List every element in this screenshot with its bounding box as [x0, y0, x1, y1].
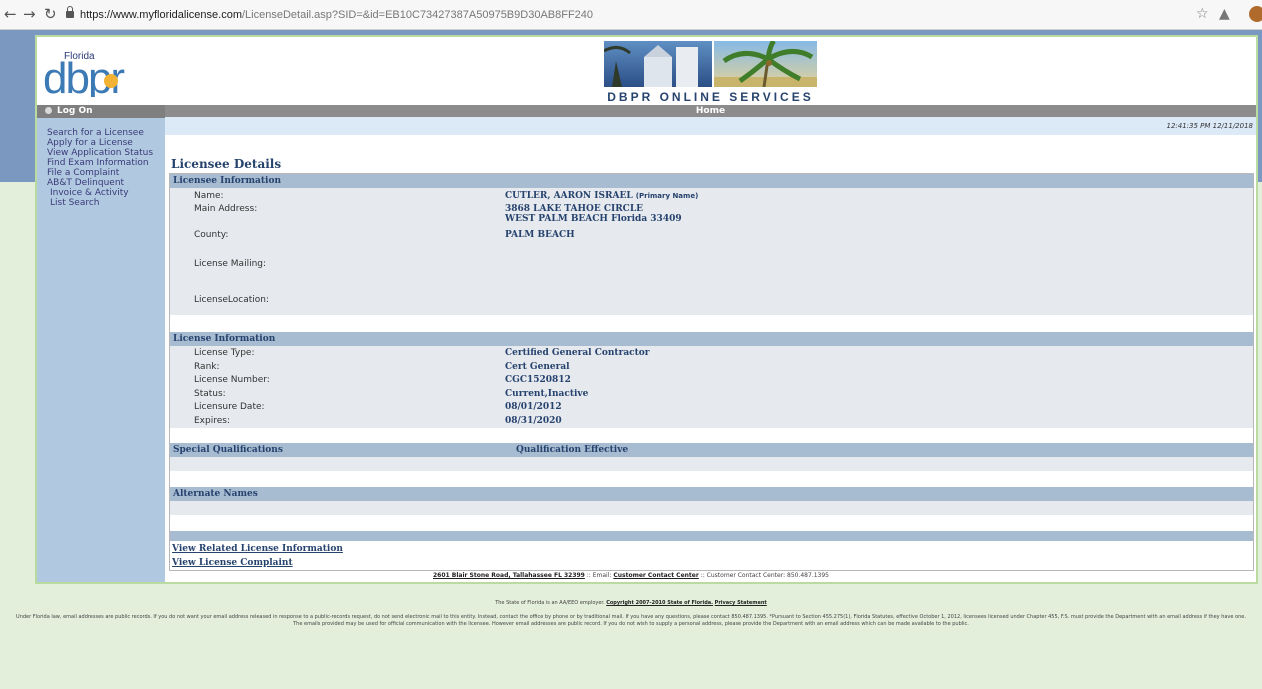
alternate-names-header: Alternate Names	[170, 487, 1253, 501]
main-container: Florida dbpr DBPR ONLINE SERVICES Log On…	[35, 35, 1258, 584]
sidebar-menu: Search for a Licensee Apply for a Licens…	[37, 128, 165, 208]
county-label: County:	[194, 230, 229, 240]
log-on-icon	[45, 107, 52, 114]
extension-icon[interactable]: ▲	[1219, 6, 1230, 22]
special-qualifications-body	[170, 457, 1253, 471]
back-arrow-icon[interactable]: ←	[4, 5, 17, 23]
links-divider	[170, 531, 1253, 541]
sidebar-item-file-complaint[interactable]: File a Complaint	[47, 168, 165, 178]
license-information-header: License Information	[170, 332, 1253, 346]
main-address-line1: 3868 LAKE TAHOE CIRCLE	[505, 204, 644, 214]
sidebar-item-abt-delinquent[interactable]: AB&T Delinquent	[47, 178, 165, 188]
expires-value: 08/31/2020	[505, 416, 562, 426]
url-host: https://www.myfloridalicense.com	[80, 9, 242, 21]
licensee-information-section: Licensee Information Name: CUTLER, AARON…	[170, 174, 1253, 315]
special-qualifications-header: Special Qualifications Qualification Eff…	[170, 443, 1253, 457]
qualification-effective-title: Qualification Effective	[516, 445, 629, 455]
home-link[interactable]: Home	[165, 105, 1256, 117]
main-address-line2: WEST PALM BEACH Florida 33409	[505, 214, 682, 224]
email-prefix: :: Email:	[586, 572, 612, 579]
sidebar-item-exam-information[interactable]: Find Exam Information	[47, 158, 165, 168]
license-type-label: License Type:	[194, 348, 255, 358]
rank-label: Rank:	[194, 362, 220, 372]
dbpr-logo[interactable]: Florida dbpr	[43, 47, 143, 97]
county-value: PALM BEACH	[505, 230, 575, 240]
log-on-label: Log On	[57, 106, 93, 116]
view-related-license-link[interactable]: View Related License Information	[172, 544, 343, 554]
address-link[interactable]: 2601 Blair Stone Road, Tallahassee FL 32…	[433, 572, 585, 579]
url-path: /LicenseDetail.asp?SID=&id=EB10C73427387…	[242, 9, 594, 21]
star-bookmark-icon[interactable]: ☆	[1196, 6, 1209, 22]
license-number-value: CGC1520812	[505, 375, 571, 385]
special-qualifications-title: Special Qualifications	[173, 445, 283, 455]
main-address-label: Main Address:	[194, 204, 258, 214]
name-label: Name:	[194, 191, 224, 201]
palm-tree-image	[714, 39, 817, 88]
license-information-body: License Type: Certified General Contract…	[170, 346, 1253, 428]
address-bar[interactable]: https://www.myfloridalicense.com/License…	[66, 5, 1176, 25]
expires-label: Expires:	[194, 416, 230, 426]
footer-disclaimer: Under Florida law, email addresses are p…	[16, 614, 1246, 627]
browser-toolbar: ← → ↻ https://www.myfloridalicense.com/L…	[0, 0, 1262, 30]
license-mailing-label: License Mailing:	[194, 259, 267, 269]
status-label: Status:	[194, 389, 226, 399]
contact-phone: :: Customer Contact Center: 850.487.1395	[700, 572, 829, 579]
licensee-name: CUTLER, AARON ISRAEL	[505, 191, 633, 201]
licensure-date-label: Licensure Date:	[194, 402, 265, 412]
banner: DBPR ONLINE SERVICES	[603, 39, 817, 104]
license-information-section: License Information License Type: Certif…	[170, 332, 1253, 428]
licensee-information-header: Licensee Information	[170, 174, 1253, 188]
licensee-information-body: Name: CUTLER, AARON ISRAEL (Primary Name…	[170, 188, 1253, 315]
rank-value: Cert General	[505, 362, 570, 372]
license-type-value: Certified General Contractor	[505, 348, 650, 358]
sidebar-item-list-search[interactable]: List Search	[47, 198, 165, 208]
licensure-date-value: 08/01/2012	[505, 402, 562, 412]
capitol-building-image	[603, 41, 712, 87]
special-qualifications-section: Special Qualifications Qualification Eff…	[170, 443, 1253, 471]
alternate-names-section: Alternate Names	[170, 487, 1253, 515]
reload-icon[interactable]: ↻	[44, 5, 57, 23]
lock-icon	[66, 6, 74, 18]
sidebar-item-application-status[interactable]: View Application Status	[47, 148, 165, 158]
alternate-names-body	[170, 501, 1253, 515]
privacy-statement-link[interactable]: Privacy Statement	[715, 600, 767, 606]
customer-contact-link[interactable]: Customer Contact Center	[613, 572, 698, 579]
log-on-button[interactable]: Log On	[37, 105, 165, 118]
forward-arrow-icon[interactable]: →	[23, 5, 36, 23]
sidebar-item-invoice-activity[interactable]: Invoice & Activity	[47, 188, 165, 198]
licensee-details-panel: Licensee Information Name: CUTLER, AARON…	[169, 173, 1254, 571]
license-number-label: License Number:	[194, 375, 270, 385]
primary-name-note: (Primary Name)	[635, 192, 699, 200]
employer-text: The State of Florida is an AA/EEO employ…	[495, 600, 605, 606]
banner-caption: DBPR ONLINE SERVICES	[607, 90, 814, 104]
links-section	[170, 531, 1253, 541]
footer-legal: The State of Florida is an AA/EEO employ…	[0, 600, 1262, 606]
status-value: Current,Inactive	[505, 389, 589, 399]
sidebar-item-search-licensee[interactable]: Search for a Licensee	[47, 128, 165, 138]
sidebar: Log On Search for a Licensee Apply for a…	[37, 105, 165, 582]
view-license-complaint-link[interactable]: View License Complaint	[172, 558, 293, 568]
name-value: CUTLER, AARON ISRAEL (Primary Name)	[505, 191, 698, 201]
sidebar-item-apply-license[interactable]: Apply for a License	[47, 138, 165, 148]
copyright-link[interactable]: Copyright 2007-2010 State of Florida.	[606, 600, 713, 606]
timestamp: 12:41:35 PM 12/11/2018	[165, 117, 1256, 135]
page-title: Licensee Details	[171, 157, 282, 171]
logo-sun-icon	[104, 74, 118, 88]
license-location-label: LicenseLocation:	[194, 295, 270, 305]
footer-contact: 2601 Blair Stone Road, Tallahassee FL 32…	[0, 572, 1262, 579]
profile-avatar[interactable]	[1249, 6, 1262, 22]
